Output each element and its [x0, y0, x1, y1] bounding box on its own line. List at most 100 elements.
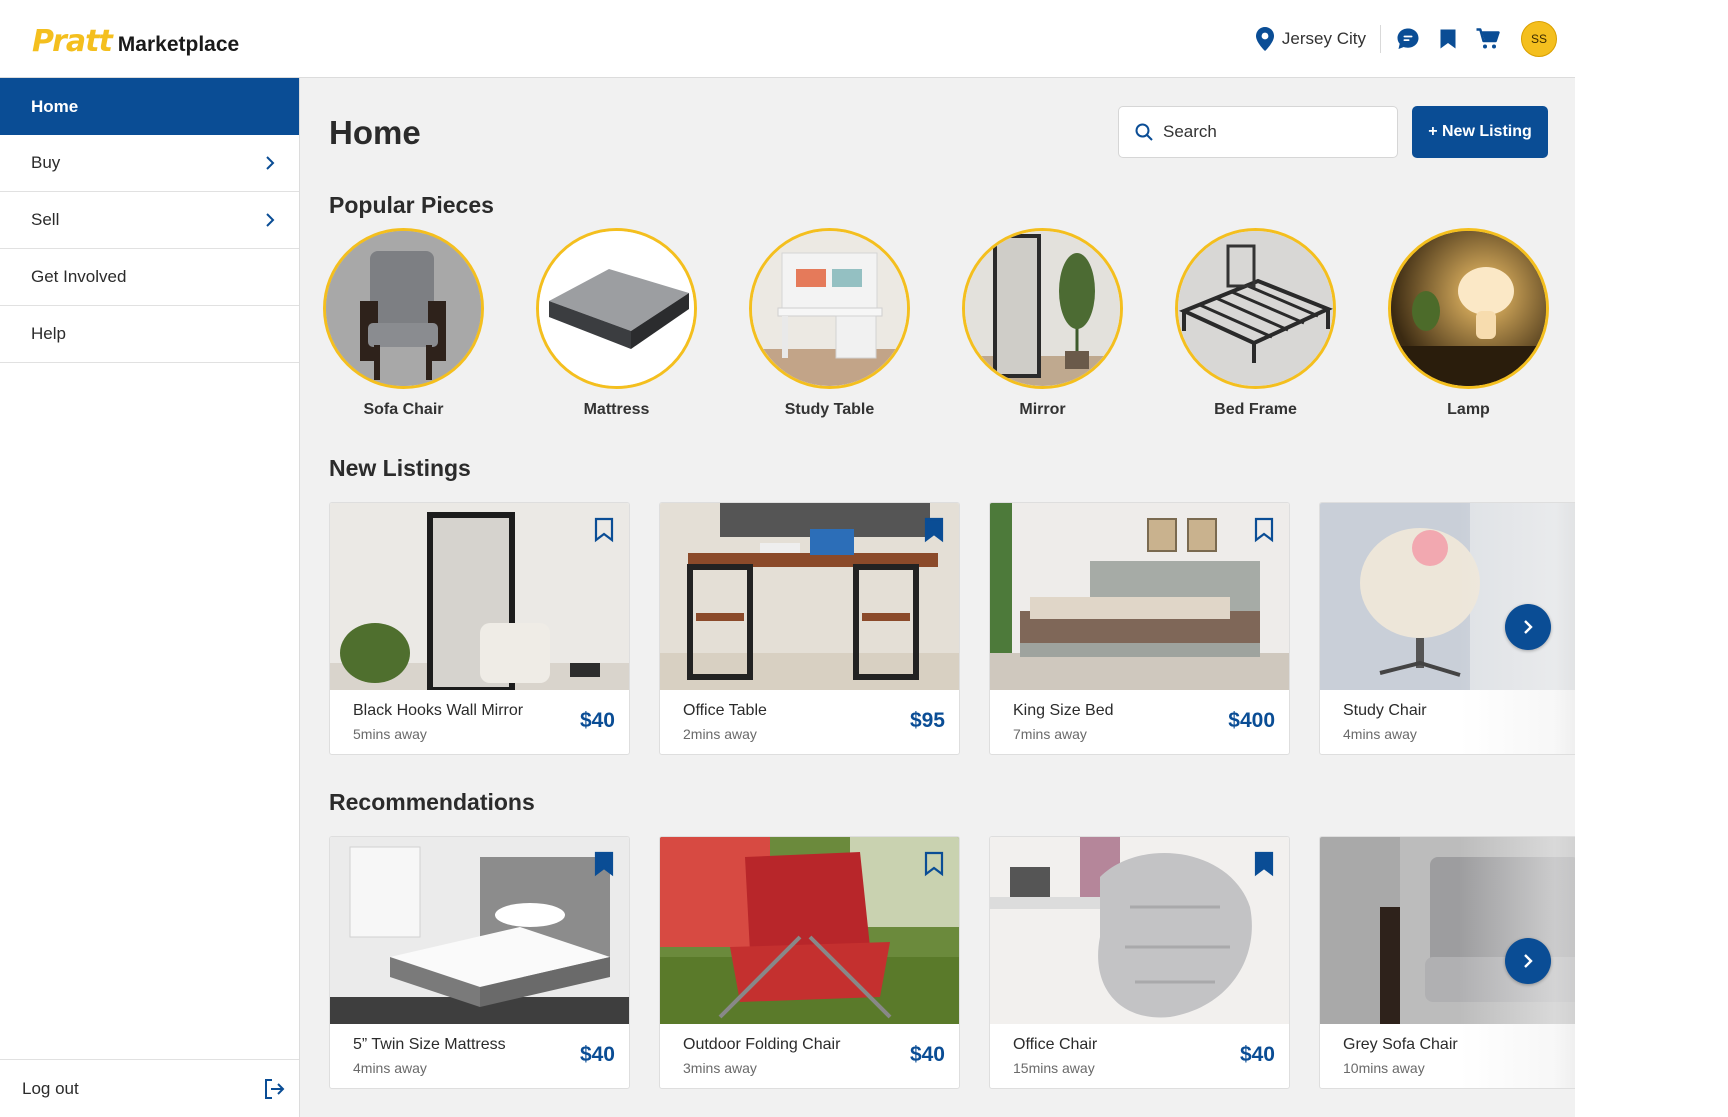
listing-name: Grey Sofa Chair — [1343, 1036, 1458, 1053]
card-body: Office Chair 15mins away $40 — [990, 1024, 1289, 1088]
bookmark-icon[interactable] — [923, 517, 945, 543]
listing-distance: 3mins away — [683, 1060, 757, 1076]
listing-card[interactable]: King Size Bed 7mins away $400 — [989, 502, 1290, 755]
popular-item-study-table[interactable]: Study Table — [749, 228, 910, 419]
listing-card[interactable]: 5” Twin Size Mattress 4mins away $40 — [329, 836, 630, 1089]
sidebar-item-label: Buy — [31, 153, 61, 172]
main-content: Home + New Listing Popular Pieces — [300, 78, 1575, 1117]
listing-distance: 15mins away — [1013, 1060, 1095, 1076]
avatar[interactable]: SS — [1521, 21, 1557, 57]
new-listings-section-title: New Listings — [329, 455, 471, 481]
location-label: Jersey City — [1281, 29, 1366, 48]
logout-button[interactable]: Log out — [0, 1059, 299, 1117]
listing-distance: 4mins away — [1343, 726, 1417, 742]
new-listings-row: Black Hooks Wall Mirror 5mins away $40 O… — [329, 502, 1575, 755]
listing-card[interactable]: Office Table 2mins away $95 — [659, 502, 960, 755]
listing-price: $40 — [579, 1043, 615, 1066]
sidebar-item-buy[interactable]: Buy — [0, 135, 299, 192]
bookmark-icon[interactable] — [923, 851, 945, 877]
listing-price: $400 — [1228, 709, 1275, 732]
popular-item-label: Lamp — [1447, 401, 1490, 418]
listing-price: $95 — [909, 709, 945, 732]
listing-card[interactable]: Black Hooks Wall Mirror 5mins away $40 — [329, 502, 630, 755]
card-body: Study Chair 4mins away $ — [1320, 690, 1575, 754]
popular-item-label: Sofa Chair — [363, 401, 444, 418]
new-listing-button[interactable]: + New Listing — [1412, 106, 1548, 158]
popular-item-lamp[interactable]: Lamp — [1388, 228, 1549, 419]
outdoor-folding-chair-image — [660, 837, 959, 1024]
search-box[interactable] — [1118, 106, 1398, 158]
popular-item-label: Study Table — [784, 401, 875, 418]
popular-item-label: Mattress — [583, 401, 650, 418]
popular-item-mattress[interactable]: Mattress — [536, 228, 697, 419]
sidebar-item-label: Sell — [31, 210, 60, 229]
twin-size-mattress-image — [330, 837, 629, 1024]
listing-card[interactable]: Outdoor Folding Chair 3mins away $40 — [659, 836, 960, 1089]
bookmark-icon[interactable] — [1253, 851, 1275, 877]
card-body: Office Table 2mins away $95 — [660, 690, 959, 754]
listing-distance: 10mins away — [1343, 1060, 1425, 1076]
sidebar-item-get-involved[interactable]: Get Involved — [0, 249, 299, 306]
card-body: Grey Sofa Chair 10mins away $ — [1320, 1024, 1575, 1088]
recommendations-row: 5” Twin Size Mattress 4mins away $40 Out… — [329, 836, 1575, 1089]
chevron-right-icon — [1524, 620, 1533, 634]
sidebar-item-home[interactable]: Home — [0, 78, 299, 135]
bookmark-icon — [1440, 29, 1456, 49]
lamp-image — [1388, 228, 1549, 389]
card-body: King Size Bed 7mins away $400 — [990, 690, 1289, 754]
search-icon — [1135, 123, 1153, 141]
chevron-right-icon — [1524, 954, 1533, 968]
listing-name: Study Chair — [1343, 702, 1427, 719]
listing-name: Office Table — [683, 702, 767, 719]
card-body: Outdoor Folding Chair 3mins away $40 — [660, 1024, 959, 1088]
bookmark-icon[interactable] — [593, 851, 615, 877]
page-title: Home — [329, 114, 421, 151]
card-body: 5” Twin Size Mattress 4mins away $40 — [330, 1024, 629, 1088]
mattress-image — [536, 228, 697, 389]
king-size-bed-image — [990, 503, 1289, 690]
sidebar-item-help[interactable]: Help — [0, 306, 299, 363]
logo[interactable]: Pratt Marketplace — [32, 24, 239, 59]
popular-item-sofa-chair[interactable]: Sofa Chair — [323, 228, 484, 419]
sidebar: Home Buy Sell Get Involved Help Log out — [0, 78, 300, 1117]
popular-pieces: Sofa Chair Mattress Study Table Mirror B… — [323, 228, 1575, 419]
popular-item-mirror[interactable]: Mirror — [962, 228, 1123, 419]
bookmark-icon[interactable] — [1253, 517, 1275, 543]
sofa-chair-image — [323, 228, 484, 389]
listing-card[interactable]: Office Chair 15mins away $40 — [989, 836, 1290, 1089]
sidebar-item-sell[interactable]: Sell — [0, 192, 299, 249]
top-header: Pratt Marketplace Jersey City SS — [0, 0, 1575, 78]
office-chair-image — [990, 837, 1289, 1024]
sidebar-item-label: Get Involved — [31, 267, 127, 286]
chat-button[interactable] — [1395, 26, 1421, 52]
popular-section-title: Popular Pieces — [329, 192, 494, 218]
bookmark-icon[interactable] — [593, 517, 615, 543]
mirror-image — [962, 228, 1123, 389]
recommendations-next-button[interactable] — [1505, 938, 1551, 984]
popular-item-bed-frame[interactable]: Bed Frame — [1175, 228, 1336, 419]
cart-icon — [1476, 28, 1500, 49]
listing-distance: 5mins away — [353, 726, 427, 742]
saved-button[interactable] — [1435, 26, 1461, 52]
logo-pratt-text: Pratt — [32, 24, 113, 59]
chevron-right-icon — [266, 213, 275, 227]
location-selector[interactable]: Jersey City — [1255, 27, 1366, 51]
logout-icon — [265, 1078, 285, 1099]
chevron-right-icon — [266, 156, 275, 170]
divider — [1380, 25, 1381, 53]
cart-button[interactable] — [1475, 26, 1501, 52]
logout-label: Log out — [22, 1078, 79, 1098]
chat-icon — [1397, 28, 1419, 49]
new-listings-next-button[interactable] — [1505, 604, 1551, 650]
search-input[interactable] — [1163, 122, 1383, 142]
listing-name: Office Chair — [1013, 1036, 1098, 1053]
bed-frame-image — [1175, 228, 1336, 389]
listing-name: Black Hooks Wall Mirror — [353, 702, 524, 719]
logo-marketplace-text: Marketplace — [117, 33, 240, 56]
card-body: Black Hooks Wall Mirror 5mins away $40 — [330, 690, 629, 754]
app-window: Pratt Marketplace Jersey City SS Home Bu… — [0, 0, 1575, 1117]
listing-price: $40 — [579, 709, 615, 732]
black-hooks-wall-mirror-image — [330, 503, 629, 690]
sidebar-item-label: Help — [31, 324, 66, 343]
grey-sofa-chair-image — [1320, 837, 1575, 1024]
